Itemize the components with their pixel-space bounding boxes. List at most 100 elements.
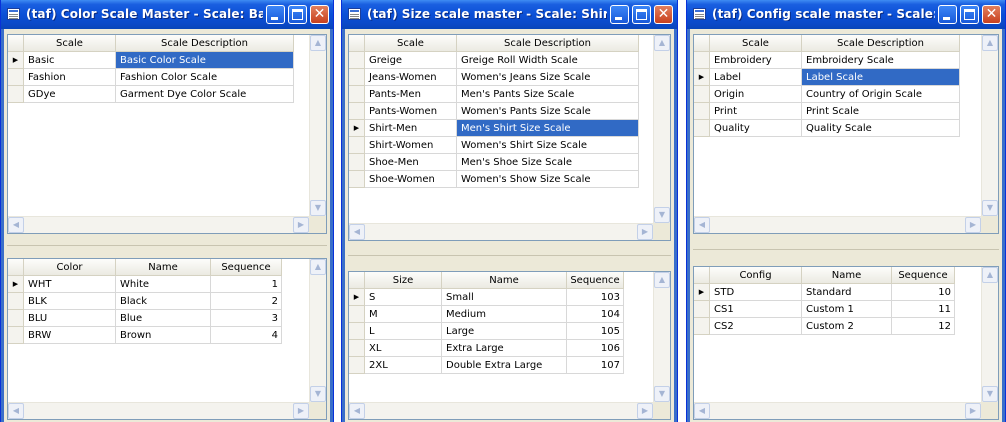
value-cell-sequence[interactable]: 11 <box>892 301 955 318</box>
row-selector[interactable] <box>349 323 365 340</box>
value-grid[interactable]: Config Name Sequence ▶ STD Standard 10 CS1 Custo… <box>693 266 999 420</box>
value-cell-color[interactable]: WHT <box>24 276 116 293</box>
grid-splitter[interactable] <box>348 252 671 259</box>
grid-splitter[interactable] <box>7 242 327 249</box>
scroll-left-icon[interactable]: ◀ <box>694 217 710 233</box>
value-cell-name[interactable]: Standard <box>802 284 892 301</box>
title-bar[interactable]: (taf) Size scale master - Scale: Shirt-M… <box>342 0 677 29</box>
value-cell-name[interactable]: Brown <box>116 327 211 344</box>
row-selector[interactable] <box>8 327 24 344</box>
value-cell-name[interactable]: Small <box>442 289 567 306</box>
form-icon[interactable] <box>7 8 20 20</box>
scroll-left-icon[interactable]: ◀ <box>349 403 365 419</box>
scale-cell-scale[interactable]: Shirt-Women <box>365 137 457 154</box>
title-bar[interactable]: (taf) Color Scale Master - Scale: Basic,… <box>1 0 333 29</box>
value-cell-size[interactable]: M <box>365 306 442 323</box>
value-cell-color[interactable]: BLK <box>24 293 116 310</box>
scale-cell-scale[interactable]: Pants-Men <box>365 86 457 103</box>
scale-column-header-scale[interactable]: Scale <box>365 35 457 52</box>
current-row-arrow-icon[interactable]: ▶ <box>8 276 24 293</box>
maximize-button[interactable] <box>632 5 651 24</box>
value-column-header-size[interactable]: Size <box>365 272 442 289</box>
current-row-arrow-icon[interactable]: ▶ <box>694 69 710 86</box>
row-selector[interactable] <box>349 306 365 323</box>
row-selector[interactable] <box>694 86 710 103</box>
maximize-button[interactable] <box>960 5 979 24</box>
value-vertical-scrollbar[interactable]: ▲ ▼ <box>653 272 670 402</box>
scale-cell-scale-description[interactable]: Country of Origin Scale <box>802 86 960 103</box>
scale-cell-scale[interactable]: Greige <box>365 52 457 69</box>
scale-cell-scale-description[interactable]: Men's Pants Size Scale <box>457 86 639 103</box>
close-button[interactable]: ✕ <box>982 5 1001 24</box>
scale-cell-scale-description[interactable]: Women's Pants Size Scale <box>457 103 639 120</box>
value-cell-sequence[interactable]: 104 <box>567 306 624 323</box>
scale-vertical-scrollbar[interactable]: ▲ ▼ <box>981 35 998 216</box>
value-cell-sequence[interactable]: 103 <box>567 289 624 306</box>
scale-cell-scale-description[interactable]: Greige Roll Width Scale <box>457 52 639 69</box>
scale-horizontal-scrollbar[interactable]: ◀ ▶ <box>694 216 981 233</box>
row-selector[interactable] <box>8 310 24 327</box>
current-row-arrow-icon[interactable]: ▶ <box>349 289 365 306</box>
value-horizontal-scrollbar[interactable]: ◀ ▶ <box>694 402 981 419</box>
value-cell-sequence[interactable]: 106 <box>567 340 624 357</box>
scroll-up-icon[interactable]: ▲ <box>654 272 670 288</box>
row-selector[interactable] <box>694 52 710 69</box>
value-cell-size[interactable]: S <box>365 289 442 306</box>
scale-cell-scale[interactable]: Origin <box>710 86 802 103</box>
value-cell-sequence[interactable]: 3 <box>211 310 282 327</box>
scroll-right-icon[interactable]: ▶ <box>293 403 309 419</box>
scale-cell-scale[interactable]: Basic <box>24 52 116 69</box>
row-selector[interactable] <box>8 86 24 103</box>
scroll-right-icon[interactable]: ▶ <box>637 403 653 419</box>
value-cell-name[interactable]: Custom 1 <box>802 301 892 318</box>
row-selector[interactable] <box>349 52 365 69</box>
scale-cell-scale[interactable]: Shoe-Men <box>365 154 457 171</box>
value-cell-name[interactable]: Medium <box>442 306 567 323</box>
value-cell-name[interactable]: Large <box>442 323 567 340</box>
scale-vertical-scrollbar[interactable]: ▲ ▼ <box>653 35 670 223</box>
scroll-down-icon[interactable]: ▼ <box>310 200 326 216</box>
scroll-down-icon[interactable]: ▼ <box>654 386 670 402</box>
row-selector[interactable] <box>694 301 710 318</box>
value-column-header-sequence[interactable]: Sequence <box>892 267 955 284</box>
scroll-down-icon[interactable]: ▼ <box>310 386 326 402</box>
title-bar[interactable]: (taf) Config scale master - Scale: Label… <box>687 0 1005 29</box>
value-cell-config[interactable]: CS2 <box>710 318 802 335</box>
value-cell-color[interactable]: BLU <box>24 310 116 327</box>
window-2[interactable]: (taf) Size scale master - Scale: Shirt-M… <box>341 0 678 422</box>
value-horizontal-scrollbar[interactable]: ◀ ▶ <box>8 402 309 419</box>
form-icon[interactable] <box>348 8 361 20</box>
scale-cell-scale-description[interactable]: Embroidery Scale <box>802 52 960 69</box>
minimize-button[interactable] <box>266 5 285 24</box>
row-selector[interactable] <box>349 86 365 103</box>
scale-grid[interactable]: Scale Scale Description Embroidery Embroide… <box>693 34 999 234</box>
value-column-header-color[interactable]: Color <box>24 259 116 276</box>
value-horizontal-scrollbar[interactable]: ◀ ▶ <box>349 402 653 419</box>
value-cell-color[interactable]: BRW <box>24 327 116 344</box>
scale-cell-scale-description[interactable]: Print Scale <box>802 103 960 120</box>
value-cell-sequence[interactable]: 105 <box>567 323 624 340</box>
value-cell-sequence[interactable]: 4 <box>211 327 282 344</box>
minimize-button[interactable] <box>610 5 629 24</box>
value-column-header-name[interactable]: Name <box>802 267 892 284</box>
form-icon[interactable] <box>693 8 706 20</box>
scale-cell-scale-description[interactable]: Quality Scale <box>802 120 960 137</box>
value-cell-name[interactable]: Custom 2 <box>802 318 892 335</box>
scale-column-header-scale-description[interactable]: Scale Description <box>457 35 639 52</box>
scale-cell-scale[interactable]: Jeans-Women <box>365 69 457 86</box>
scale-grid[interactable]: Scale Scale Description Greige Greige Roll … <box>348 34 671 241</box>
value-column-header-config[interactable]: Config <box>710 267 802 284</box>
scale-cell-scale-description[interactable]: Label Scale <box>802 69 960 86</box>
scale-cell-scale-description[interactable]: Women's Jeans Size Scale <box>457 69 639 86</box>
value-column-header-name[interactable]: Name <box>116 259 211 276</box>
scale-cell-scale[interactable]: Fashion <box>24 69 116 86</box>
scale-cell-scale-description[interactable]: Men's Shirt Size Scale <box>457 120 639 137</box>
scale-cell-scale-description[interactable]: Men's Shoe Size Scale <box>457 154 639 171</box>
scale-column-header-scale-description[interactable]: Scale Description <box>802 35 960 52</box>
close-button[interactable]: ✕ <box>654 5 673 24</box>
scroll-up-icon[interactable]: ▲ <box>654 35 670 51</box>
scale-cell-scale-description[interactable]: Women's Shirt Size Scale <box>457 137 639 154</box>
scale-column-header-scale[interactable]: Scale <box>710 35 802 52</box>
scroll-up-icon[interactable]: ▲ <box>982 267 998 283</box>
value-grid[interactable]: Color Name Sequence ▶ WHT White 1 BLK Black 2 BLU B… <box>7 258 327 420</box>
